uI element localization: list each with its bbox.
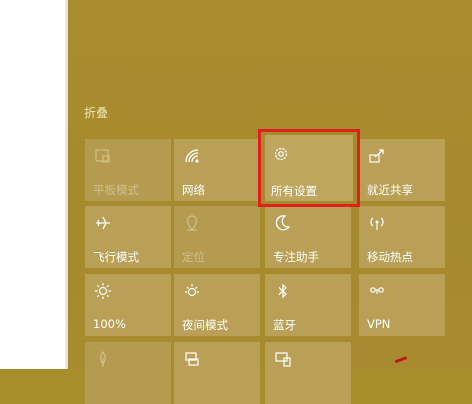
tile-label: VPN: [367, 317, 391, 331]
nearby-share-icon: [368, 147, 386, 165]
tile-label: 蓝牙: [273, 318, 296, 332]
tile-label: 所有设置: [271, 184, 317, 198]
tile-label: 100%: [93, 317, 126, 331]
moon-icon: [274, 214, 292, 232]
tile-label: 夜间模式: [182, 318, 228, 332]
tile-all-settings[interactable]: 所有设置: [265, 135, 353, 201]
settings-gear-icon: [272, 145, 290, 163]
tile-night-light[interactable]: 夜间模式: [174, 274, 260, 336]
tile-brightness[interactable]: 100%: [85, 274, 171, 336]
brightness-icon: [94, 282, 112, 300]
airplane-icon: [94, 214, 112, 232]
tile-vpn[interactable]: VPN: [359, 274, 445, 336]
tile-label: 专注助手: [273, 250, 319, 264]
tile-focus-assist[interactable]: 专注助手: [265, 206, 351, 268]
night-light-icon: [183, 282, 201, 300]
tile-connect[interactable]: [265, 342, 351, 404]
battery-saver-icon: [94, 350, 112, 368]
tile-project[interactable]: [174, 342, 260, 404]
vpn-icon: [368, 282, 386, 300]
tile-label: 网络: [182, 183, 205, 197]
tile-label: 平板模式: [93, 183, 139, 197]
tile-airplane-mode[interactable]: 飞行模式: [85, 206, 171, 268]
tile-label: 定位: [182, 250, 205, 264]
tile-battery-saver[interactable]: [85, 342, 171, 404]
tile-network[interactable]: 网络: [174, 139, 260, 201]
hotspot-icon: [368, 214, 386, 232]
tile-location[interactable]: 定位: [174, 206, 260, 268]
tile-label: 就近共享: [367, 183, 413, 197]
collapse-link[interactable]: 折叠: [84, 104, 108, 121]
left-blank-area: [0, 0, 68, 369]
tile-label: 飞行模式: [93, 250, 139, 264]
tile-tablet-mode[interactable]: 平板模式: [85, 139, 171, 201]
tile-mobile-hotspot[interactable]: 移动热点: [359, 206, 445, 268]
location-icon: [183, 214, 201, 232]
tile-nearby-share[interactable]: 就近共享: [359, 139, 445, 201]
project-icon: [183, 350, 201, 368]
network-icon: [183, 147, 201, 165]
bluetooth-icon: [274, 282, 292, 300]
tablet-mode-icon: [94, 147, 112, 165]
tile-bluetooth[interactable]: 蓝牙: [265, 274, 351, 336]
connect-icon: [274, 350, 292, 368]
tile-label: 移动热点: [367, 250, 413, 264]
